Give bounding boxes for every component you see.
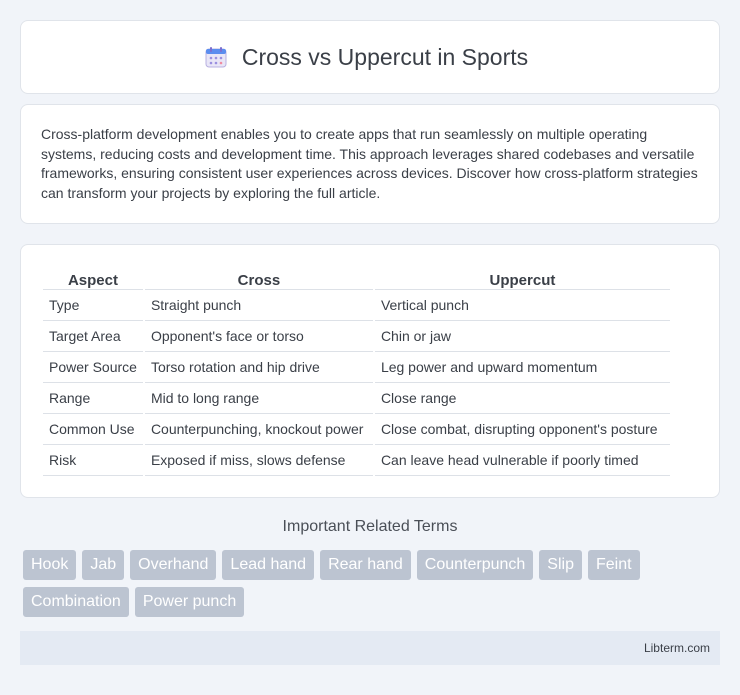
- table-cell: Close range: [374, 383, 670, 414]
- table-cell: Chin or jaw: [374, 321, 670, 352]
- column-header-uppercut: Uppercut: [374, 265, 670, 290]
- table-row: Risk Exposed if miss, slows defense Can …: [43, 445, 670, 476]
- table-cell: Close combat, disrupting opponent's post…: [374, 414, 670, 445]
- related-terms-tags: Hook Jab Overhand Lead hand Rear hand Co…: [23, 550, 723, 617]
- related-terms-heading: Important Related Terms: [282, 518, 458, 535]
- page-title: Cross vs Uppercut in Sports: [241, 43, 529, 70]
- intro-card: Cross-platform development enables you t…: [20, 104, 720, 224]
- table-cell: Type: [43, 290, 143, 321]
- comparison-table-card: Aspect Cross Uppercut Type Straight punc…: [20, 244, 720, 498]
- table-cell: Risk: [43, 445, 143, 476]
- tag-combination[interactable]: Combination: [23, 587, 129, 617]
- tag-jab[interactable]: Jab: [82, 550, 125, 580]
- table-cell: Vertical punch: [374, 290, 670, 321]
- tag-feint[interactable]: Feint: [587, 550, 640, 580]
- tag-power-punch[interactable]: Power punch: [134, 587, 245, 617]
- table-row: Range Mid to long range Close range: [43, 383, 670, 414]
- table-cell: Leg power and upward momentum: [374, 352, 670, 383]
- calendar-icon: [204, 45, 228, 69]
- tag-rear-hand[interactable]: Rear hand: [320, 550, 411, 580]
- column-header-aspect: Aspect: [43, 265, 143, 290]
- table-cell: Counterpunching, knockout power: [144, 414, 373, 445]
- tag-counterpunch[interactable]: Counterpunch: [416, 550, 534, 580]
- tag-overhand[interactable]: Overhand: [130, 550, 217, 580]
- table-cell: Straight punch: [144, 290, 373, 321]
- table-cell: Opponent's face or torso: [144, 321, 373, 352]
- table-cell: Target Area: [43, 321, 143, 352]
- table-row: Type Straight punch Vertical punch: [43, 290, 670, 321]
- tag-hook[interactable]: Hook: [23, 550, 77, 580]
- table-cell: Common Use: [43, 414, 143, 445]
- table-cell: Exposed if miss, slows defense: [144, 445, 373, 476]
- table-cell: Can leave head vulnerable if poorly time…: [374, 445, 670, 476]
- table-cell: Range: [43, 383, 143, 414]
- table-row: Power Source Torso rotation and hip driv…: [43, 352, 670, 383]
- table-cell: Torso rotation and hip drive: [144, 352, 373, 383]
- header: Cross vs Uppercut in Sports: [204, 44, 528, 71]
- table-row: Common Use Counterpunching, knockout pow…: [43, 414, 670, 445]
- intro-paragraph: Cross-platform development enables you t…: [41, 126, 698, 201]
- comparison-table: Aspect Cross Uppercut Type Straight punc…: [41, 265, 672, 476]
- table-header-row: Aspect Cross Uppercut: [43, 265, 670, 290]
- header-card: Cross vs Uppercut in Sports: [20, 20, 720, 94]
- column-header-cross: Cross: [144, 265, 373, 290]
- tag-slip[interactable]: Slip: [539, 550, 582, 580]
- table-cell: Power Source: [43, 352, 143, 383]
- footer: Libterm.com: [20, 631, 720, 665]
- footer-site-link[interactable]: Libterm.com: [644, 641, 710, 655]
- table-row: Target Area Opponent's face or torso Chi…: [43, 321, 670, 352]
- table-cell: Mid to long range: [144, 383, 373, 414]
- tag-lead-hand[interactable]: Lead hand: [222, 550, 315, 580]
